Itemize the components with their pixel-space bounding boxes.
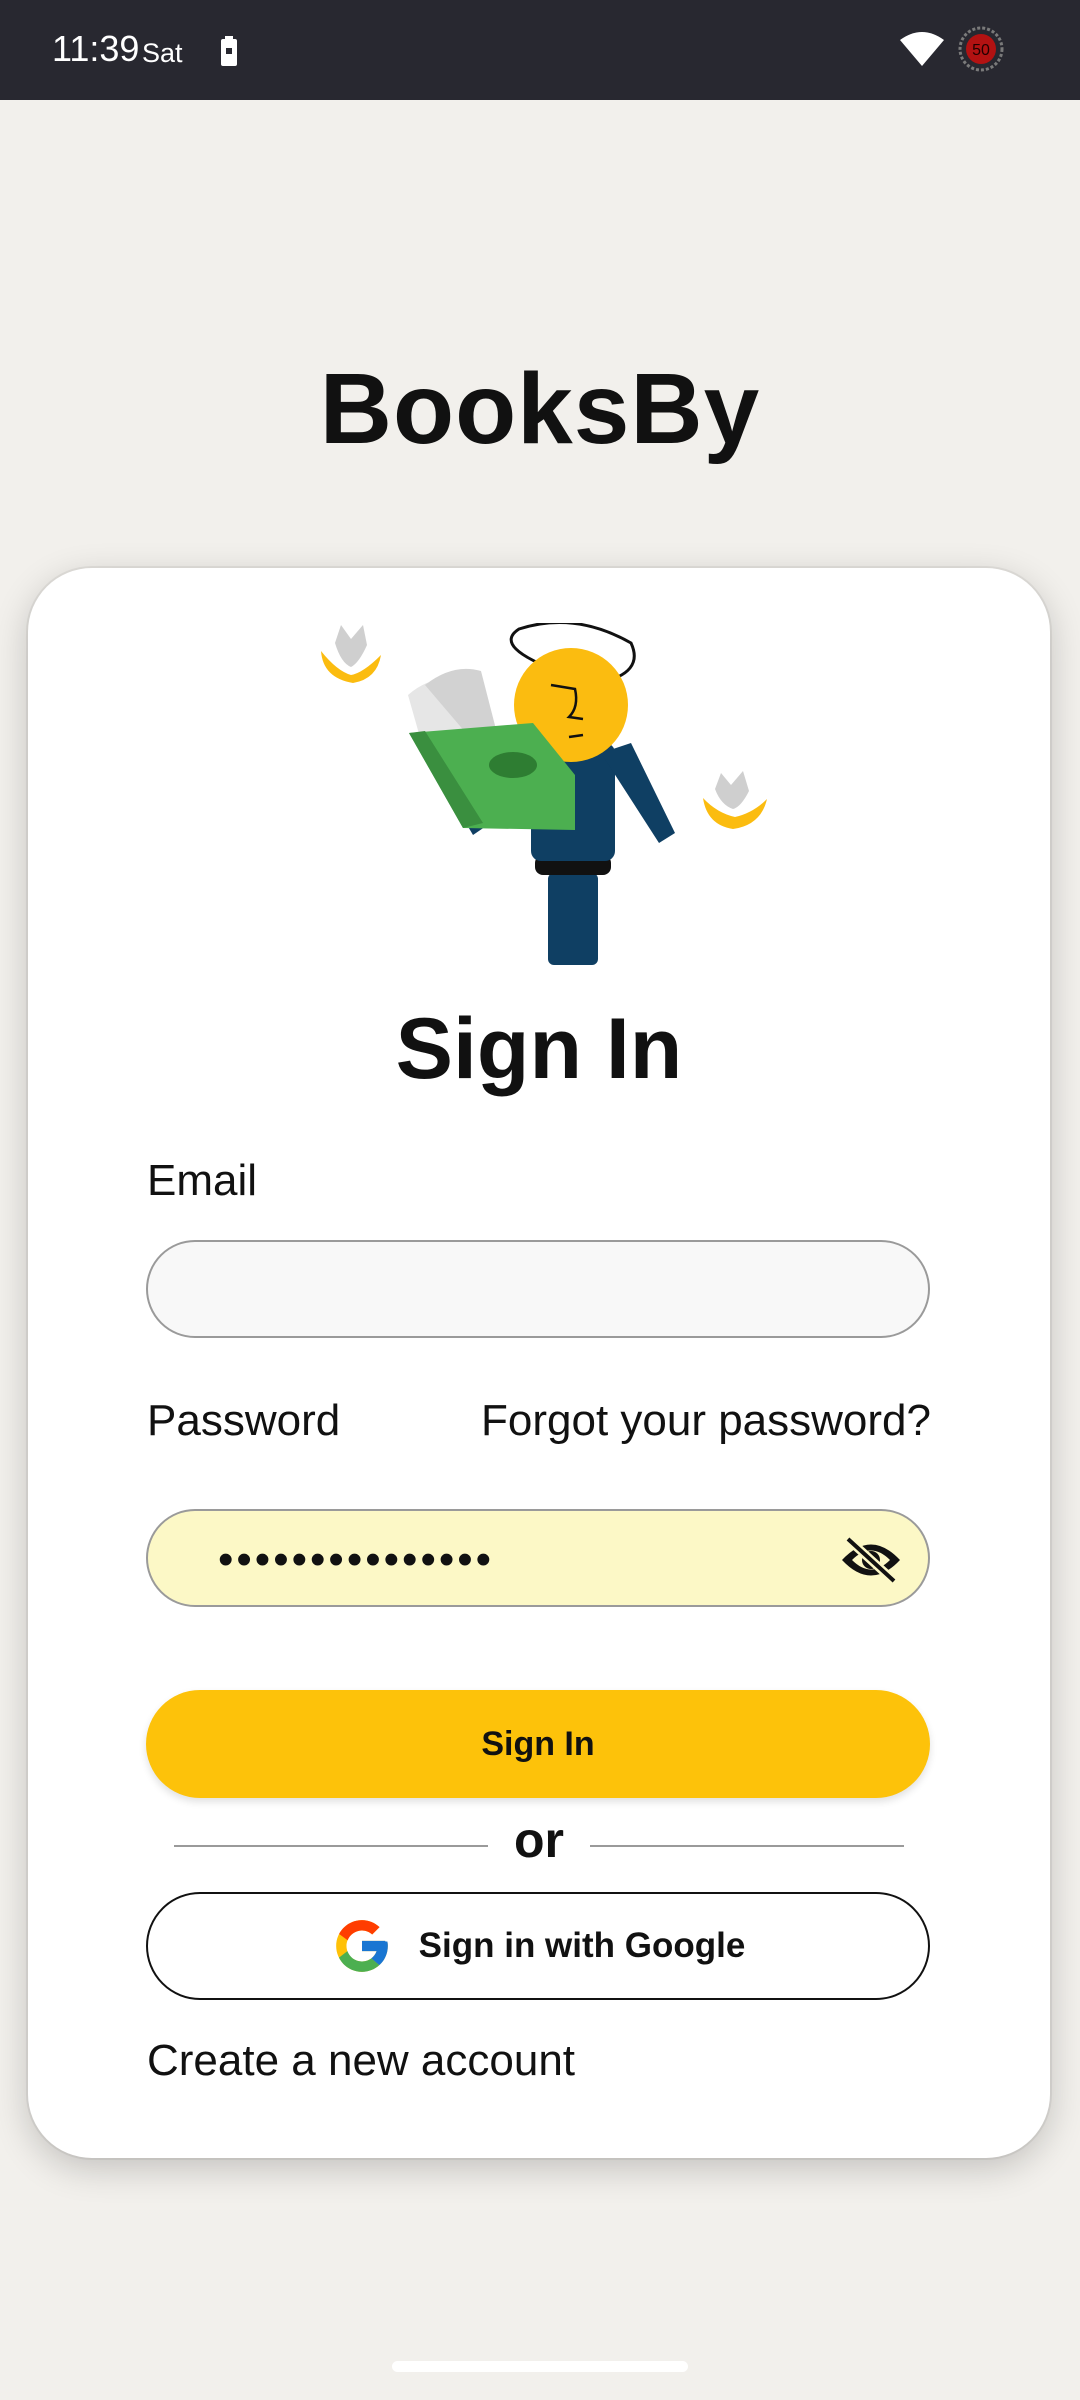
flower-right-icon: [703, 771, 767, 829]
data-saver-value: 50: [972, 42, 990, 59]
create-account-link[interactable]: Create a new account: [147, 2036, 575, 2086]
sign-in-button[interactable]: Sign In: [146, 1690, 930, 1798]
data-saver-icon: 50: [958, 26, 1004, 72]
app-title: BooksBy: [319, 353, 761, 465]
divider-right: [590, 1845, 904, 1847]
reading-person-illustration: [321, 623, 767, 965]
password-field[interactable]: •••••••••••••••: [146, 1509, 930, 1607]
password-mask: •••••••••••••••: [218, 1535, 495, 1584]
status-time: 11:39: [52, 28, 140, 69]
divider-text: or: [514, 1812, 564, 1868]
wifi-icon: [900, 32, 944, 66]
eye-off-icon[interactable]: [840, 1535, 902, 1585]
email-field[interactable]: [146, 1240, 930, 1338]
email-label: Email: [147, 1156, 258, 1205]
status-bar: 11:39 Sat 50: [0, 0, 1080, 100]
password-label: Password: [147, 1396, 341, 1445]
sign-in-card: Sign In Email Password Forgot your passw…: [28, 568, 1050, 2158]
google-sign-in-button[interactable]: Sign in with Google: [146, 1892, 930, 2000]
status-day: Sat: [142, 38, 183, 68]
google-button-label: Sign in with Google: [418, 1926, 746, 1965]
home-indicator[interactable]: [392, 2361, 688, 2372]
google-logo-icon: [335, 1920, 388, 1972]
sign-in-heading: Sign In: [395, 1001, 683, 1097]
flower-left-icon: [321, 625, 381, 683]
battery-icon: [221, 36, 237, 66]
forgot-password-link[interactable]: Forgot your password?: [481, 1396, 931, 1446]
